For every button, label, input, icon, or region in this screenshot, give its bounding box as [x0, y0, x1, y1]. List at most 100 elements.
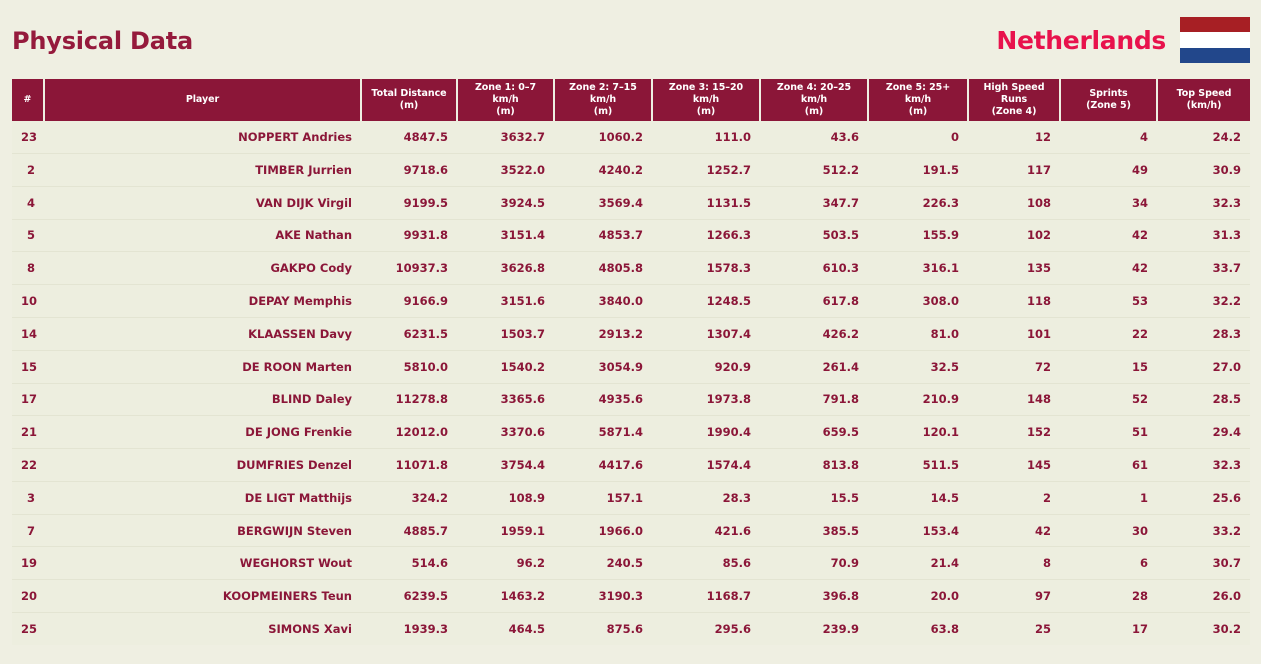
cell-sprints: 4 — [1060, 120, 1157, 154]
physical-data-table-container: # Player Total Distance (m) Zone 1: 0–7 km/h… — [12, 79, 1250, 646]
cell-hsr: 101 — [968, 317, 1060, 351]
table-row[interactable]: 25 SIMONS Xavi 1939.3 464.5 875.6 295.6 239.9 6… — [12, 612, 1250, 646]
cell-number: 15 — [12, 350, 44, 384]
cell-hsr: 118 — [968, 284, 1060, 318]
column-header-label: Zone 4: 20–25 km/h — [776, 82, 852, 105]
column-header-total_distance[interactable]: Total Distance (m) — [361, 79, 458, 121]
column-header-zone5[interactable]: Zone 5: 25+ km/h (m) — [868, 79, 969, 121]
column-header-label: # — [23, 93, 32, 105]
cell-zone2: 4417.6 — [554, 448, 652, 482]
cell-zone4: 385.5 — [760, 514, 868, 548]
column-header-zone1[interactable]: Zone 1: 0–7 km/h (m) — [457, 79, 555, 121]
table-body: 23 NOPPERT Andries 4847.5 3632.7 1060.2 111.0… — [12, 120, 1250, 646]
cell-zone4: 791.8 — [760, 383, 868, 417]
table-row[interactable]: 19 WEGHORST Wout 514.6 96.2 240.5 85.6 70.9 21.… — [12, 546, 1250, 581]
table-row[interactable]: 2 TIMBER Jurrien 9718.6 3522.0 4240.2 1252.7 5… — [12, 153, 1250, 187]
cell-zone1: 3522.0 — [457, 153, 554, 187]
cell-number: 25 — [12, 612, 44, 646]
cell-top_speed: 30.2 — [1157, 612, 1250, 646]
cell-top_speed: 24.2 — [1157, 120, 1250, 154]
cell-number: 20 — [12, 579, 44, 614]
cell-sprints: 1 — [1060, 481, 1157, 515]
table-row[interactable]: 10 DEPAY Memphis 9166.9 3151.6 3840.0 1248.5 6… — [12, 284, 1250, 318]
cell-zone1: 1463.2 — [457, 579, 554, 614]
cell-zone5: 20.0 — [868, 579, 968, 614]
cell-total_distance: 324.2 — [361, 481, 457, 515]
cell-hsr: 2 — [968, 481, 1060, 515]
column-header-zone3[interactable]: Zone 3: 15–20 km/h (m) — [652, 79, 761, 121]
cell-total_distance: 1939.3 — [361, 612, 457, 646]
table-row[interactable]: 23 NOPPERT Andries 4847.5 3632.7 1060.2 111.0… — [12, 120, 1250, 154]
table-row[interactable]: 4 VAN DIJK Virgil 9199.5 3924.5 3569.4 1131.5… — [12, 186, 1250, 220]
cell-sprints: 61 — [1060, 448, 1157, 482]
table-row[interactable]: 22 DUMFRIES Denzel 11071.8 3754.4 4417.6 1574… — [12, 448, 1250, 482]
column-header-label: Zone 5: 25+ km/h — [885, 82, 951, 105]
cell-zone4: 239.9 — [760, 612, 868, 646]
cell-zone2: 240.5 — [554, 546, 652, 581]
cell-top_speed: 33.2 — [1157, 514, 1250, 548]
table-row[interactable]: 21 DE JONG Frenkie 12012.0 3370.6 5871.4 1990… — [12, 415, 1250, 450]
cell-player: DE LIGT Matthijs — [44, 481, 361, 515]
cell-zone5: 120.1 — [868, 415, 968, 450]
cell-hsr: 152 — [968, 415, 1060, 450]
cell-hsr: 135 — [968, 251, 1060, 286]
cell-total_distance: 514.6 — [361, 546, 457, 581]
column-header-unit: (m) — [696, 105, 716, 117]
cell-top_speed: 29.4 — [1157, 415, 1250, 450]
cell-hsr: 8 — [968, 546, 1060, 581]
cell-number: 21 — [12, 415, 44, 450]
column-header-zone4[interactable]: Zone 4: 20–25 km/h (m) — [760, 79, 869, 121]
cell-top_speed: 27.0 — [1157, 350, 1250, 384]
cell-player: BERGWIJN Steven — [44, 514, 361, 548]
table-row[interactable]: 5 AKE Nathan 9931.8 3151.4 4853.7 1266.3 503.5… — [12, 219, 1250, 253]
column-header-player[interactable]: Player — [44, 79, 362, 121]
cell-zone3: 1578.3 — [652, 251, 760, 286]
column-header-number[interactable]: # — [12, 79, 45, 121]
column-header-zone2[interactable]: Zone 2: 7–15 km/h (m) — [554, 79, 653, 121]
cell-hsr: 102 — [968, 219, 1060, 253]
cell-sprints: 28 — [1060, 579, 1157, 614]
physical-data-page: Physical Data Netherlands # Player Total D… — [0, 0, 1261, 664]
cell-zone3: 1248.5 — [652, 284, 760, 318]
table-row[interactable]: 3 DE LIGT Matthijs 324.2 108.9 157.1 28.3 15.5… — [12, 481, 1250, 515]
table-row[interactable]: 20 KOOPMEINERS Teun 6239.5 1463.2 3190.3 1168… — [12, 579, 1250, 614]
cell-hsr: 148 — [968, 383, 1060, 417]
cell-player: TIMBER Jurrien — [44, 153, 361, 187]
column-header-hsr[interactable]: High Speed Runs (Zone 4) — [968, 79, 1061, 121]
cell-zone4: 70.9 — [760, 546, 868, 581]
column-header-top_speed[interactable]: Top Speed (km/h) — [1157, 79, 1250, 121]
cell-sprints: 22 — [1060, 317, 1157, 351]
column-header-unit: (Zone 5) — [1086, 99, 1131, 111]
cell-zone3: 85.6 — [652, 546, 760, 581]
cell-total_distance: 5810.0 — [361, 350, 457, 384]
table-row[interactable]: 14 KLAASSEN Davy 6231.5 1503.7 2913.2 1307.4 4… — [12, 317, 1250, 351]
cell-player: GAKPO Cody — [44, 251, 361, 286]
cell-sprints: 30 — [1060, 514, 1157, 548]
cell-sprints: 15 — [1060, 350, 1157, 384]
table-row[interactable]: 8 GAKPO Cody 10937.3 3626.8 4805.8 1578.3 610.… — [12, 251, 1250, 286]
column-header-sprints[interactable]: Sprints (Zone 5) — [1060, 79, 1158, 121]
netherlands-flag-icon — [1180, 16, 1250, 64]
cell-zone1: 3924.5 — [457, 186, 554, 220]
cell-zone3: 1990.4 — [652, 415, 760, 450]
cell-zone4: 610.3 — [760, 251, 868, 286]
table-row[interactable]: 17 BLIND Daley 11278.8 3365.6 4935.6 1973.8 79… — [12, 383, 1250, 417]
cell-zone3: 1266.3 — [652, 219, 760, 253]
cell-number: 4 — [12, 186, 44, 220]
physical-data-table: # Player Total Distance (m) Zone 1: 0–7 km/h… — [12, 79, 1250, 646]
cell-player: WEGHORST Wout — [44, 546, 361, 581]
cell-number: 2 — [12, 153, 44, 187]
cell-sprints: 53 — [1060, 284, 1157, 318]
table-row[interactable]: 7 BERGWIJN Steven 4885.7 1959.1 1966.0 421.6 3… — [12, 514, 1250, 548]
cell-zone2: 3190.3 — [554, 579, 652, 614]
cell-zone3: 295.6 — [652, 612, 760, 646]
column-header-label: Zone 1: 0–7 km/h — [474, 82, 537, 105]
cell-zone2: 4805.8 — [554, 251, 652, 286]
table-row[interactable]: 15 DE ROON Marten 5810.0 1540.2 3054.9 920.9 2… — [12, 350, 1250, 384]
cell-zone2: 1060.2 — [554, 120, 652, 154]
cell-hsr: 108 — [968, 186, 1060, 220]
cell-zone1: 3365.6 — [457, 383, 554, 417]
cell-hsr: 72 — [968, 350, 1060, 384]
cell-zone2: 4240.2 — [554, 153, 652, 187]
cell-sprints: 6 — [1060, 546, 1157, 581]
